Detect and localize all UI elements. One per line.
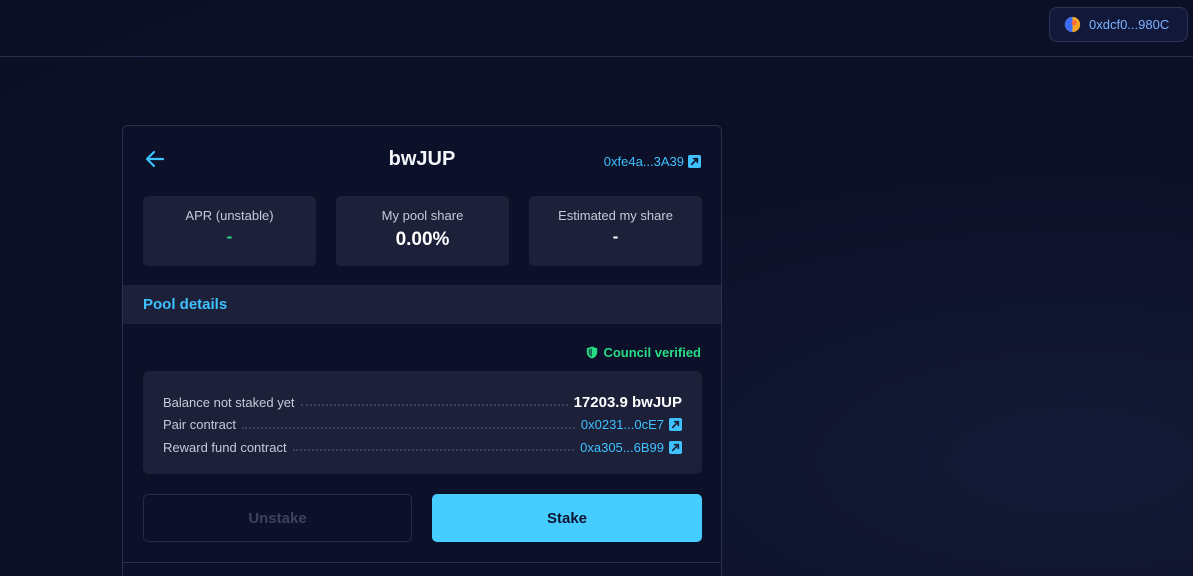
dotted-leader bbox=[241, 426, 575, 429]
stat-pool-share-label: My pool share bbox=[381, 208, 464, 223]
pair-contract-link[interactable]: 0x0231...0cE7 bbox=[581, 417, 682, 432]
detail-row-balance: Balance not staked yet 17203.9 bwJUP bbox=[163, 391, 682, 414]
reward-contract-label: Reward fund contract bbox=[163, 439, 287, 455]
stat-pool-share-value: 0.00% bbox=[395, 229, 450, 250]
stat-estimated-share-value: - bbox=[612, 227, 619, 246]
pool-details-header: Pool details bbox=[123, 285, 721, 324]
pool-contract-link[interactable]: 0xfe4a...3A39 bbox=[604, 154, 701, 169]
reward-contract-link[interactable]: 0xa305...6B99 bbox=[580, 440, 682, 455]
balance-value: 17203.9 bwJUP bbox=[573, 393, 682, 411]
pair-contract-address: 0x0231...0cE7 bbox=[580, 417, 664, 433]
wallet-avatar-icon bbox=[1064, 16, 1081, 33]
stat-pool-share: My pool share 0.00% bbox=[336, 196, 509, 266]
external-link-icon bbox=[669, 418, 682, 432]
divider bbox=[123, 562, 721, 563]
detail-row-reward: Reward fund contract 0xa305...6B99 bbox=[163, 436, 682, 459]
external-link-icon bbox=[688, 155, 701, 168]
top-bar: 0xdcf0...980C bbox=[0, 0, 1193, 57]
detail-row-pair: Pair contract 0x0231...0cE7 bbox=[163, 414, 682, 437]
stats-row: APR (unstable) - My pool share 0.00% Est… bbox=[143, 196, 702, 266]
wallet-button[interactable]: 0xdcf0...980C bbox=[1049, 7, 1188, 42]
council-verified-badge: Council verified bbox=[586, 345, 701, 360]
stat-apr-label: APR (unstable) bbox=[185, 208, 274, 223]
dotted-leader bbox=[292, 449, 575, 452]
shield-check-icon bbox=[587, 346, 598, 359]
pool-details-box: Balance not staked yet 17203.9 bwJUP Pai… bbox=[143, 371, 702, 474]
dotted-leader bbox=[300, 404, 568, 407]
stat-apr-value: - bbox=[226, 227, 233, 246]
unstake-button[interactable]: Unstake bbox=[143, 494, 412, 542]
council-verified-label: Council verified bbox=[603, 345, 701, 360]
pair-contract-label: Pair contract bbox=[163, 417, 236, 433]
reward-contract-address: 0xa305...6B99 bbox=[580, 439, 664, 455]
stake-button[interactable]: Stake bbox=[432, 494, 702, 542]
stat-apr: APR (unstable) - bbox=[143, 196, 316, 266]
stat-estimated-share-label: Estimated my share bbox=[558, 208, 673, 223]
external-link-icon bbox=[669, 440, 682, 454]
pool-contract-address: 0xfe4a...3A39 bbox=[603, 154, 684, 169]
stat-estimated-share: Estimated my share - bbox=[529, 196, 702, 266]
pool-card: bwJUP 0xfe4a...3A39 APR (unstable) - My … bbox=[122, 125, 722, 576]
balance-label: Balance not staked yet bbox=[163, 394, 295, 410]
wallet-address: 0xdcf0...980C bbox=[1089, 17, 1170, 32]
